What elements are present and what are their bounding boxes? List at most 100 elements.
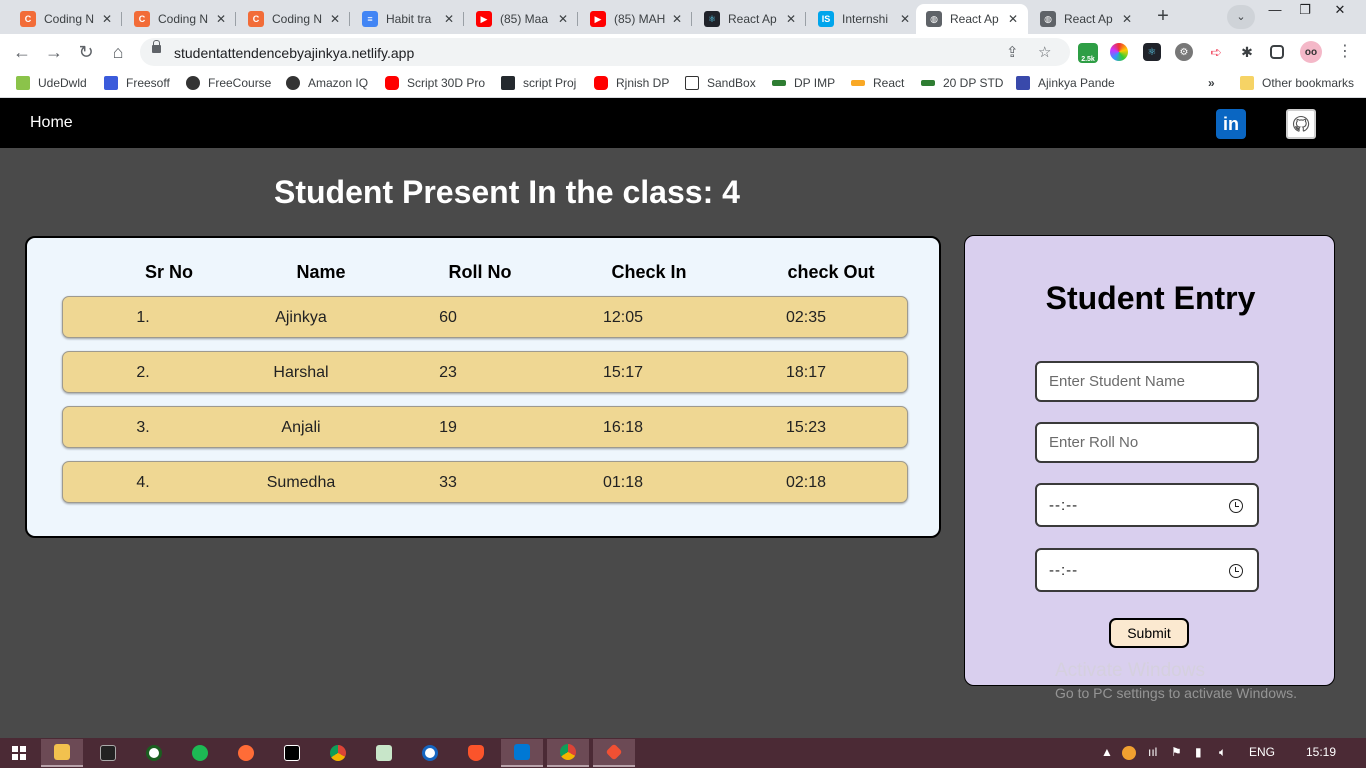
close-tab-icon[interactable]: ✕ (898, 12, 912, 26)
network-icon[interactable]: ııl (1148, 745, 1157, 759)
browser-tab[interactable]: ▶ (85) Maa ✕ (466, 4, 578, 34)
browser-menu-icon[interactable]: ⋮ (1333, 41, 1357, 63)
github-icon[interactable] (1286, 109, 1316, 139)
side-panel-icon[interactable] (1270, 45, 1284, 59)
coding-ninjas-icon: C (20, 11, 36, 27)
bookmark-item[interactable]: React (851, 76, 904, 90)
close-tab-icon[interactable]: ✕ (784, 12, 798, 26)
extension-badge-icon[interactable]: 2.5k (1078, 43, 1098, 63)
terminal-icon[interactable] (87, 739, 129, 767)
bookmark-item[interactable]: Amazon IQ (286, 76, 368, 90)
react-devtools-icon[interactable]: ⚛ (1143, 43, 1161, 61)
git-icon[interactable] (593, 739, 635, 767)
bookmark-item[interactable]: Rjnish DP (594, 76, 669, 90)
vscode-icon[interactable] (501, 739, 543, 767)
windows-start-icon[interactable] (12, 746, 26, 760)
coding-ninjas-icon: C (248, 11, 264, 27)
bookmark-item[interactable]: Ajinkya Pande (1016, 76, 1115, 90)
google-docs-icon: ≡ (362, 11, 378, 27)
close-tab-icon[interactable]: ✕ (670, 12, 684, 26)
close-tab-icon[interactable]: ✕ (214, 12, 228, 26)
check-in-time-input[interactable]: --:-- (1035, 483, 1259, 527)
show-hidden-icons[interactable]: ▲ (1101, 745, 1113, 759)
battery-icon[interactable]: ▮ (1195, 745, 1202, 759)
back-icon[interactable]: ← (10, 41, 34, 63)
profile-avatar[interactable]: oo (1300, 41, 1322, 63)
bookmark-item[interactable]: Script 30D Pro (385, 76, 485, 90)
home-icon[interactable]: ⌂ (106, 41, 130, 63)
reload-icon[interactable]: ↻ (74, 41, 98, 63)
clock-icon[interactable] (1229, 564, 1243, 578)
notepad-icon[interactable] (363, 739, 405, 767)
bookmark-item[interactable]: script Proj (501, 76, 576, 90)
close-tab-icon[interactable]: ✕ (556, 12, 570, 26)
cell-sr-no: 4. (136, 474, 150, 491)
file-explorer-icon[interactable] (41, 739, 83, 767)
cell-name: Sumedha (266, 474, 336, 491)
settings-extension-icon[interactable]: ⚙ (1175, 43, 1193, 61)
browser-toolbar: ← → ↻ ⌂ studentattendencebyajinkya.netli… (0, 34, 1366, 70)
input-language[interactable]: ENG (1249, 745, 1275, 759)
browser-tab[interactable]: C Coding N ✕ (238, 4, 350, 34)
language-bar-icon[interactable]: ⚑ (1171, 745, 1182, 759)
bookmark-item[interactable]: DP IMP (772, 76, 835, 90)
close-tab-icon[interactable]: ✕ (1120, 12, 1134, 26)
bookmark-item[interactable]: UdeDwld (16, 76, 87, 90)
close-tab-icon[interactable]: ✕ (1006, 12, 1020, 26)
other-bookmarks-folder[interactable]: Other bookmarks (1240, 76, 1354, 90)
lock-icon[interactable] (152, 40, 161, 53)
youtube-icon: ▶ (476, 11, 492, 27)
student-name-input[interactable] (1035, 361, 1259, 402)
browser-tab[interactable]: C Coding N ✕ (10, 4, 122, 34)
forward-icon[interactable]: → (42, 41, 66, 63)
new-tab-button[interactable]: + (1150, 5, 1176, 29)
check-out-time-input[interactable]: --:-- (1035, 548, 1259, 592)
browser-tab[interactable]: ≡ Habit tra ✕ (352, 4, 464, 34)
browser-tab[interactable]: ▶ (85) MAH ✕ (580, 4, 692, 34)
close-tab-icon[interactable]: ✕ (100, 12, 114, 26)
bookmark-icon (104, 76, 118, 90)
app-green-circle-icon[interactable] (133, 739, 175, 767)
browser-tab-active[interactable]: ◍ React Ap ✕ (916, 4, 1028, 34)
bookmark-item[interactable]: FreeCourse (186, 76, 271, 90)
bookmark-item[interactable]: 20 DP STD (921, 76, 1003, 90)
cell-roll-no: 23 (439, 364, 457, 381)
submit-button[interactable]: Submit (1109, 618, 1189, 648)
tab-search-button[interactable]: ⌄ (1227, 5, 1255, 29)
browser-tab[interactable]: C Coding N ✕ (124, 4, 236, 34)
clock-icon[interactable] (1229, 499, 1243, 513)
home-link[interactable]: Home (30, 114, 73, 132)
volume-icon[interactable]: 🔈︎ (1219, 745, 1226, 760)
close-window-icon[interactable]: ✕ (1325, 2, 1355, 18)
close-tab-icon[interactable]: ✕ (442, 12, 456, 26)
form-title: Student Entry (1045, 280, 1256, 316)
address-bar[interactable]: studentattendencebyajinkya.netlify.app ⇪… (140, 38, 1070, 66)
browser-tab[interactable]: ◍ React Ap ✕ (1030, 4, 1142, 34)
roll-no-input[interactable] (1035, 422, 1259, 463)
app-teal-icon[interactable] (179, 739, 221, 767)
weather-icon[interactable] (1122, 746, 1136, 760)
cell-sr-no: 2. (136, 364, 150, 381)
extensions-puzzle-icon[interactable]: ✱ (1238, 43, 1256, 61)
arrow-extension-icon[interactable]: ➪ (1207, 43, 1225, 61)
intellij-icon[interactable] (271, 739, 313, 767)
browser-tab[interactable]: ⚛ React Ap ✕ (694, 4, 806, 34)
minimize-icon[interactable]: — (1260, 2, 1290, 17)
close-tab-icon[interactable]: ✕ (328, 12, 342, 26)
bookmark-item[interactable]: Freesoff (104, 76, 170, 90)
postman-icon[interactable] (225, 739, 267, 767)
chrome-icon[interactable] (317, 739, 359, 767)
app-navbar: Home in (0, 98, 1366, 148)
more-bookmarks-button[interactable]: » (1208, 76, 1215, 90)
color-picker-extension-icon[interactable] (1110, 43, 1128, 61)
restore-icon[interactable]: ❐ (1290, 2, 1320, 18)
browser-tab[interactable]: IS Internshi ✕ (808, 4, 920, 34)
bookmark-star-icon[interactable]: ☆ (1038, 43, 1051, 61)
app-blue-circle-icon[interactable] (409, 739, 451, 767)
linkedin-icon[interactable]: in (1216, 109, 1246, 139)
bookmark-item[interactable]: SandBox (685, 76, 756, 90)
chrome-open-icon[interactable] (547, 739, 589, 767)
brave-icon[interactable] (455, 739, 497, 767)
share-icon[interactable]: ⇪ (1006, 43, 1019, 61)
taskbar-clock[interactable]: 15:19 (1306, 745, 1336, 759)
